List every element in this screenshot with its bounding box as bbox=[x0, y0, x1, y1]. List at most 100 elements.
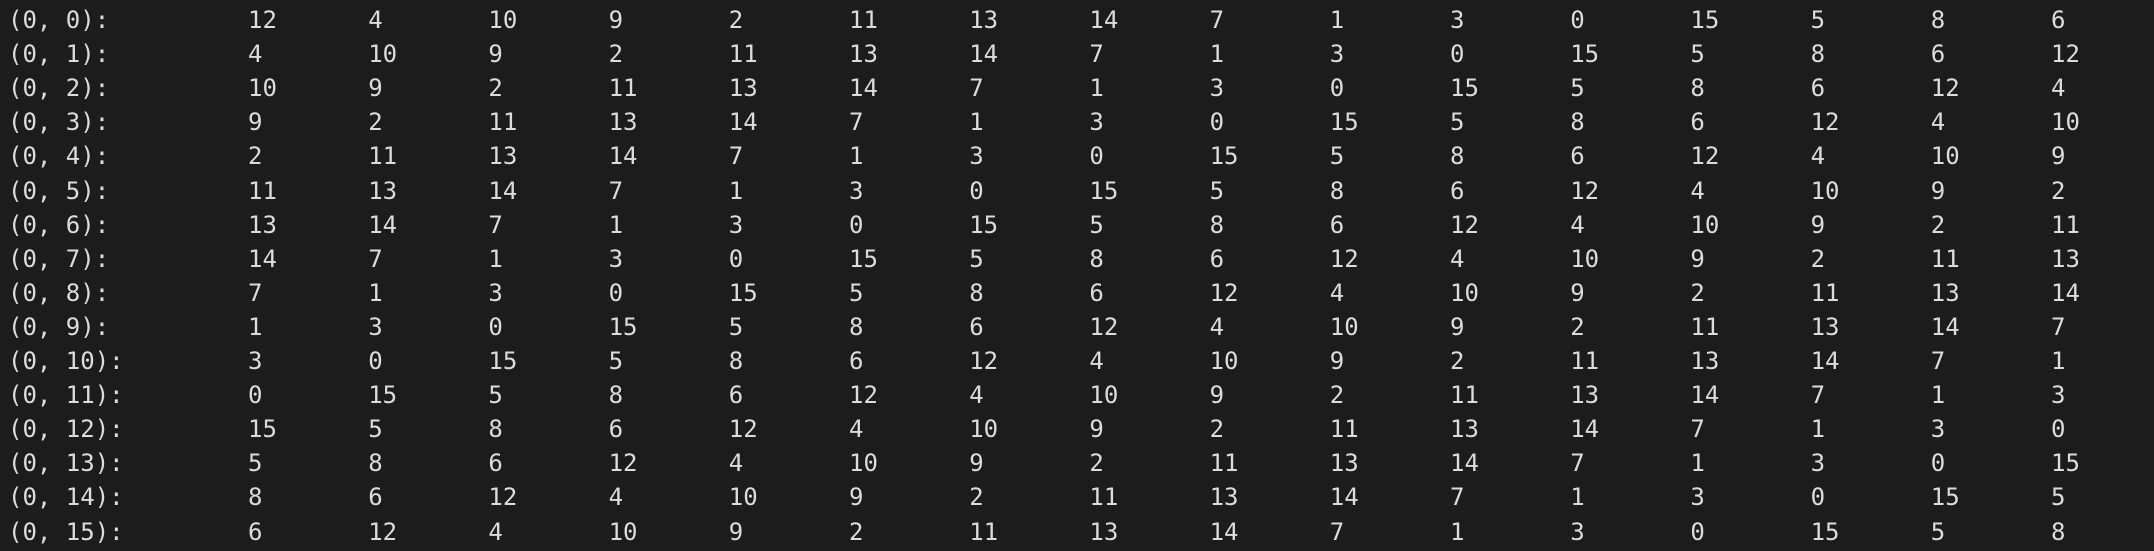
value-cell: 0 bbox=[1329, 74, 1345, 103]
value-cell: 12 bbox=[2051, 40, 2080, 69]
value-cell: 5 bbox=[728, 312, 744, 341]
value-cell: 3 bbox=[1089, 108, 1104, 137]
value-cell: 7 bbox=[728, 142, 744, 171]
value-cell: 0 bbox=[488, 312, 503, 341]
row-index-label: (0, 8): bbox=[8, 278, 110, 307]
value-cell: 11 bbox=[1810, 278, 1840, 307]
value-cell: 13 bbox=[1930, 278, 1960, 307]
value-cell: 13 bbox=[1450, 415, 1479, 444]
value-cell: 2 bbox=[1690, 278, 1705, 307]
value-cell: 10 bbox=[368, 40, 398, 69]
value-cell: 3 bbox=[1810, 449, 1826, 478]
value-cell: 12 bbox=[1690, 142, 1720, 171]
output-row: (0, 5): 11 13 14 7 1 3 0 15 5 8 6 12 4 10 9 2 bbox=[0, 174, 2154, 208]
row-index-label: (0, 7): bbox=[8, 244, 110, 273]
output-row: (0, 1): 4 10 9 2 11 13 14 7 1 3 0 15 5 8 6 12 bbox=[0, 37, 2154, 71]
output-row: (0, 6): 13 14 7 1 3 0 15 5 8 6 12 4 10 9 2 11 bbox=[0, 208, 2154, 242]
value-cell: 0 bbox=[1570, 6, 1585, 34]
output-row: (0, 4): 2 11 13 14 7 1 3 0 15 5 8 6 12 4 10 9 bbox=[0, 139, 2154, 173]
value-cell: 9 bbox=[1209, 381, 1225, 410]
value-cell: 10 bbox=[1089, 381, 1119, 410]
value-cell: 12 bbox=[248, 6, 277, 34]
value-cell: 13 bbox=[488, 142, 518, 171]
value-cell: 4 bbox=[1089, 347, 1104, 375]
value-cell: 9 bbox=[1810, 210, 1826, 239]
value-cell: 8 bbox=[728, 347, 744, 375]
value-cell: 7 bbox=[1930, 347, 1946, 375]
value-cell: 1 bbox=[1089, 74, 1104, 103]
value-cell: 9 bbox=[1089, 415, 1104, 444]
value-cell: 15 bbox=[1450, 74, 1479, 103]
value-cell: 8 bbox=[488, 415, 503, 444]
value-cell: 13 bbox=[1209, 483, 1239, 512]
value-cell: 12 bbox=[1930, 74, 1960, 103]
value-cell: 12 bbox=[1329, 244, 1359, 273]
value-cell: 0 bbox=[1209, 108, 1225, 137]
value-cell: 11 bbox=[608, 74, 638, 103]
value-cell: 9 bbox=[849, 483, 864, 512]
value-cell: 6 bbox=[1450, 176, 1465, 205]
value-cell: 6 bbox=[969, 312, 984, 341]
value-cell: 0 bbox=[969, 176, 984, 205]
value-cell: 9 bbox=[1450, 312, 1465, 341]
value-cell: 3 bbox=[2051, 381, 2066, 410]
value-cell: 10 bbox=[1329, 312, 1359, 341]
value-cell: 9 bbox=[1930, 176, 1946, 205]
value-cell: 11 bbox=[728, 40, 758, 69]
value-cell: 2 bbox=[1450, 347, 1465, 375]
value-cell: 5 bbox=[849, 278, 864, 307]
value-cell: 9 bbox=[728, 517, 744, 546]
value-cell: 15 bbox=[849, 244, 878, 273]
value-cell: 8 bbox=[1329, 176, 1345, 205]
value-cell: 8 bbox=[849, 312, 864, 341]
value-cell: 15 bbox=[728, 278, 758, 307]
output-row: (0, 13): 5 8 6 12 4 10 9 2 11 13 14 7 1 3 0 15 bbox=[0, 446, 2154, 480]
value-cell: 10 bbox=[1209, 347, 1239, 375]
row-index-label: (0, 13): bbox=[8, 449, 124, 478]
output-row: (0, 15): 6 12 4 10 9 2 11 13 14 7 1 3 0 15 5 8 bbox=[0, 515, 2154, 549]
row-index-label: (0, 3): bbox=[8, 108, 110, 137]
value-cell: 8 bbox=[969, 278, 984, 307]
value-cell: 0 bbox=[1089, 142, 1104, 171]
value-cell: 15 bbox=[248, 415, 277, 444]
value-cell: 7 bbox=[1570, 449, 1585, 478]
value-cell: 8 bbox=[1690, 74, 1705, 103]
value-cell: 12 bbox=[1209, 278, 1239, 307]
value-cell: 4 bbox=[1570, 210, 1585, 239]
value-cell: 11 bbox=[488, 108, 518, 137]
value-cell: 11 bbox=[1450, 381, 1479, 410]
value-cell: 10 bbox=[2051, 108, 2080, 137]
value-cell: 11 bbox=[849, 6, 878, 34]
value-cell: 2 bbox=[248, 142, 263, 171]
value-cell: 6 bbox=[248, 517, 263, 546]
value-cell: 14 bbox=[608, 142, 638, 171]
row-index-label: (0, 11): bbox=[8, 381, 124, 410]
row-index-label: (0, 0): bbox=[8, 6, 110, 34]
row-index-label: (0, 15): bbox=[8, 517, 124, 546]
output-row: (0, 7): 14 7 1 3 0 15 5 8 6 12 4 10 9 2 11 13 bbox=[0, 242, 2154, 276]
value-cell: 8 bbox=[1810, 40, 1826, 69]
value-cell: 10 bbox=[849, 449, 878, 478]
value-cell: 1 bbox=[1930, 381, 1946, 410]
value-cell: 8 bbox=[1570, 108, 1585, 137]
value-cell: 6 bbox=[1690, 108, 1705, 137]
value-cell: 10 bbox=[608, 517, 638, 546]
output-row: (0, 9): 1 3 0 15 5 8 6 12 4 10 9 2 11 13 14 7 bbox=[0, 310, 2154, 344]
value-cell: 11 bbox=[2051, 210, 2080, 239]
value-cell: 12 bbox=[1810, 108, 1840, 137]
value-cell: 12 bbox=[969, 347, 999, 375]
value-cell: 0 bbox=[1690, 517, 1705, 546]
value-cell: 5 bbox=[1570, 74, 1585, 103]
value-cell: 12 bbox=[488, 483, 518, 512]
value-cell: 3 bbox=[728, 210, 744, 239]
output-row: (0, 8): 7 1 3 0 15 5 8 6 12 4 10 9 2 11 13 14 bbox=[0, 276, 2154, 310]
value-cell: 7 bbox=[488, 210, 503, 239]
value-cell: 5 bbox=[248, 449, 263, 478]
output-row: (0, 0): 12 4 10 9 2 11 13 14 7 1 3 0 15 5 8 6 bbox=[0, 3, 2154, 37]
value-cell: 15 bbox=[488, 347, 518, 375]
row-index-label: (0, 12): bbox=[8, 415, 124, 444]
value-cell: 4 bbox=[849, 415, 864, 444]
value-cell: 3 bbox=[1570, 517, 1585, 546]
value-cell: 10 bbox=[1810, 176, 1840, 205]
value-cell: 9 bbox=[368, 74, 383, 103]
